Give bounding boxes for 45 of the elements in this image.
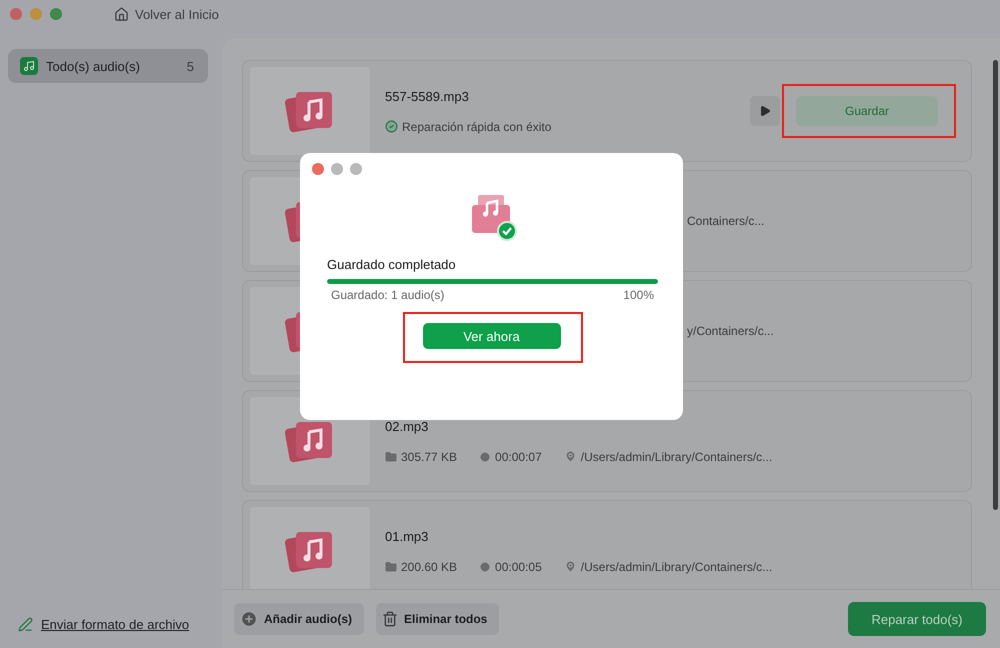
file-path: /Users/admin/Library/Containers/c... <box>564 450 772 464</box>
scrollbar[interactable] <box>993 60 998 510</box>
feedback-link[interactable]: Enviar formato de archivo <box>41 617 190 632</box>
add-audio-button[interactable]: Añadir audio(s) <box>234 603 364 635</box>
close-dot[interactable] <box>10 8 22 20</box>
file-path: /Users/admin/Library/Containers/c... <box>564 560 772 574</box>
minimize-dot[interactable] <box>331 163 343 175</box>
close-dot[interactable] <box>312 163 324 175</box>
delete-all-button[interactable]: Eliminar todos <box>376 603 500 635</box>
folder-icon <box>385 560 397 572</box>
dialog-title: Guardado completado <box>327 257 457 272</box>
location-pin-icon <box>564 450 577 463</box>
file-card[interactable]: 01.mp3 200.60 KB 00:00:05 /Users/admin/Library/Containers/c... <box>242 500 972 589</box>
home-icon <box>114 6 129 22</box>
trash-icon <box>382 611 398 627</box>
file-size: 305.77 KB <box>385 450 458 464</box>
zoom-dot[interactable] <box>50 8 62 20</box>
file-path: y/Containers/c... <box>687 324 774 338</box>
location-pin-icon <box>564 560 577 573</box>
file-name: 02.mp3 <box>385 418 430 434</box>
minimize-dot[interactable] <box>30 8 42 20</box>
repair-all-button[interactable]: Reparar todo(s) <box>848 602 986 636</box>
check-circle-icon <box>385 120 398 133</box>
file-card[interactable]: 557-5589.mp3 Reparación rápida con éxito Guardar <box>242 60 972 162</box>
saved-count: Guardado: 1 audio(s) <box>331 288 444 302</box>
home-link[interactable]: Volver al Inicio <box>114 6 219 22</box>
zoom-dot[interactable] <box>350 163 362 175</box>
file-duration: 00:00:07 <box>479 450 542 464</box>
plus-circle-icon <box>240 610 258 628</box>
file-name: 557-5589.mp3 <box>385 88 470 104</box>
view-now-button[interactable]: Ver ahora <box>422 323 560 349</box>
progress-percent: 100% <box>623 288 654 302</box>
sidebar-item[interactable]: Todo(s) audio(s) 5 <box>8 49 208 83</box>
item-count: 5 <box>186 58 194 74</box>
pen-icon <box>18 617 33 632</box>
file-name: 01.mp3 <box>385 528 430 544</box>
file-path: Containers/c... <box>687 214 764 228</box>
play-button[interactable] <box>750 96 780 126</box>
music-note-icon <box>23 60 35 72</box>
file-size: 200.60 KB <box>385 560 458 574</box>
folder-icon <box>385 450 397 462</box>
item-label: Todo(s) audio(s) <box>46 58 140 74</box>
repair-status: Reparación rápida con éxito <box>385 120 552 134</box>
file-duration: 00:00:05 <box>479 560 542 574</box>
play-icon <box>759 105 771 117</box>
